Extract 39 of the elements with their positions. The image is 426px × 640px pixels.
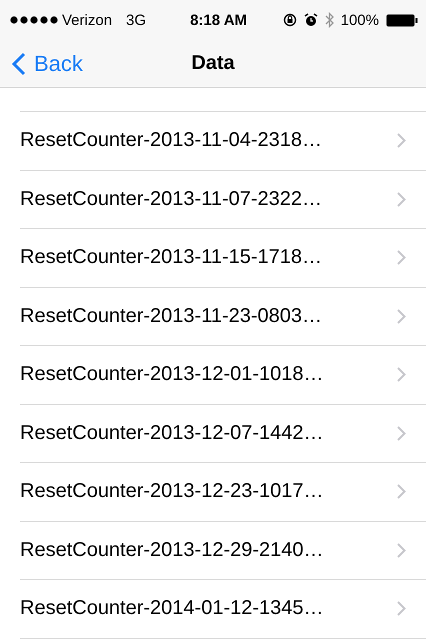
row-label: ResetCounter-2013-11-07-2322… — [20, 188, 322, 211]
list-row[interactable]: ResetCounter-2013-11-07-2322… — [20, 170, 426, 229]
row-label: ResetCounter-2013-12-01-1018… — [20, 363, 324, 386]
back-chevron-icon — [12, 52, 26, 76]
rotation-lock-icon — [282, 13, 297, 27]
row-label: ResetCounter-2013-11-04-2318… — [20, 129, 322, 152]
row-label: ResetCounter-2013-11-15-1718… — [20, 246, 322, 270]
disclosure-chevron-icon — [397, 426, 406, 441]
list-row[interactable]: ResetCounter-2014-01-12-1345… — [20, 580, 426, 638]
bluetooth-icon — [324, 12, 334, 28]
battery-percent: 100% — [340, 12, 379, 28]
signal-icon — [10, 16, 58, 24]
list-row[interactable]: ResetCounter-2013-12-07-1442… — [20, 404, 426, 463]
disclosure-chevron-icon — [397, 250, 406, 266]
list-row[interactable]: ResetCounter-2013-11-04-2318… — [20, 112, 426, 170]
list-row[interactable]: ResetCounter-2013-12-23-1017… — [20, 463, 426, 522]
list-row[interactable]: ResetCounter-2013-12-29-2140… — [20, 522, 426, 580]
disclosure-chevron-icon — [397, 542, 406, 558]
network-type: 3G — [126, 12, 146, 28]
alarm-clock-icon — [304, 13, 318, 27]
back-button[interactable]: Back — [0, 50, 83, 76]
nav-title: Data — [191, 52, 235, 75]
list-row[interactable]: ResetCounter-2013-11-23-0803… — [20, 288, 426, 346]
disclosure-chevron-icon — [397, 133, 406, 148]
carrier-name: Verizon — [62, 12, 112, 28]
row-label: ResetCounter-2013-12-23-1017… — [20, 480, 324, 504]
list-row[interactable]: ResetCounter-2013-12-01-1018… — [20, 346, 426, 404]
list-row[interactable]: ResetCounter-2013-11-15-1718… — [20, 229, 426, 288]
disclosure-chevron-icon — [397, 308, 406, 324]
disclosure-chevron-icon — [397, 192, 406, 207]
disclosure-chevron-icon — [397, 601, 406, 616]
row-label: ResetCounter-2013-12-29-2140… — [20, 538, 324, 562]
disclosure-chevron-icon — [397, 367, 406, 382]
row-label: ResetCounter-2013-11-23-0803… — [20, 304, 322, 328]
status-time: 8:18 AM — [190, 12, 248, 28]
battery-icon — [386, 14, 418, 26]
disclosure-chevron-icon — [397, 484, 406, 500]
row-label: ResetCounter-2013-12-07-1442… — [20, 422, 324, 445]
row-label: ResetCounter-2014-01-12-1345… — [20, 597, 324, 620]
